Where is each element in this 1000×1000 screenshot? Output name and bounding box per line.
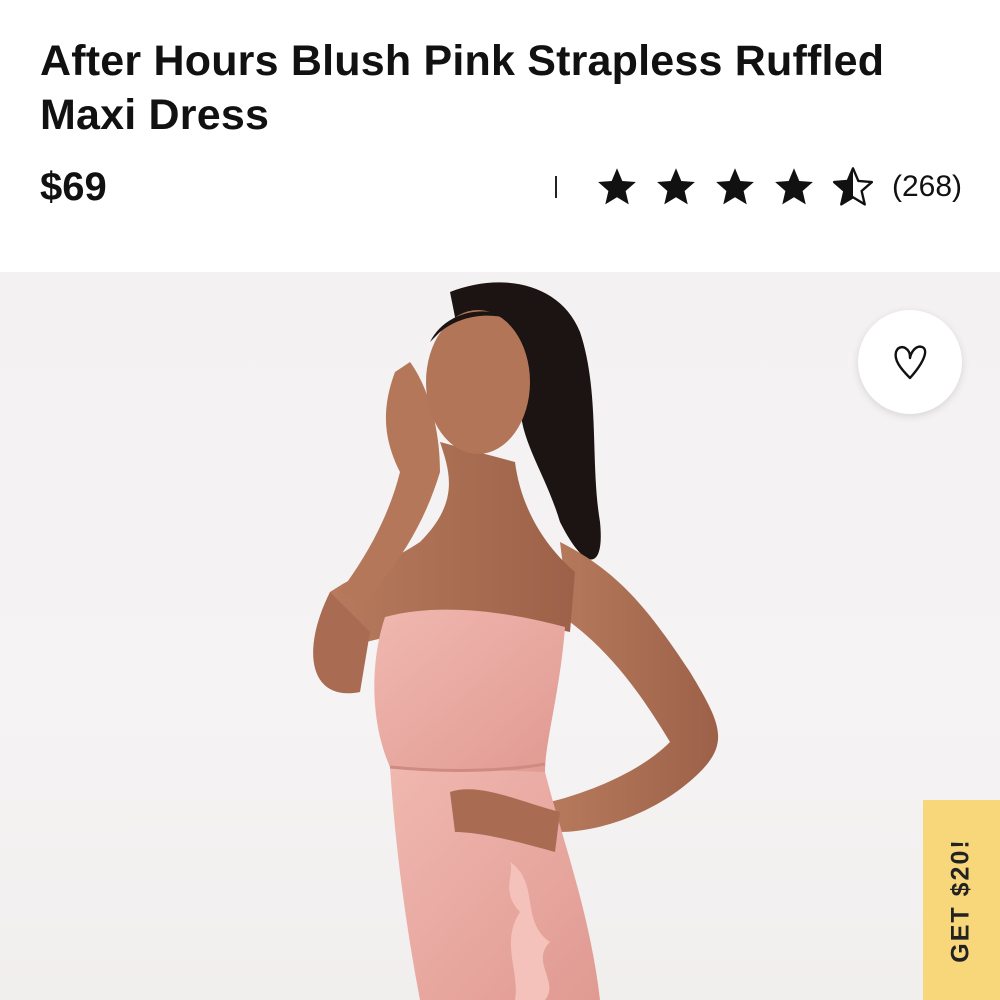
product-photo (313, 282, 719, 1000)
promo-label: GET $20! (947, 837, 975, 963)
heart-icon (894, 345, 927, 380)
star-icon (598, 168, 636, 205)
half-star-icon (832, 167, 874, 206)
product-price: $69 (40, 165, 107, 209)
rating-summary[interactable]: (268) (554, 164, 962, 210)
star-icon (716, 168, 754, 205)
product-image[interactable] (0, 272, 1000, 1000)
favorite-button[interactable] (858, 310, 962, 414)
star-icon (657, 168, 695, 205)
review-count[interactable]: (268) (892, 170, 962, 204)
star-icon (775, 168, 813, 205)
divider (554, 176, 557, 198)
product-title: After Hours Blush Pink Strapless Ruffled… (40, 37, 885, 139)
promo-tab[interactable]: GET $20! (923, 800, 1000, 1000)
